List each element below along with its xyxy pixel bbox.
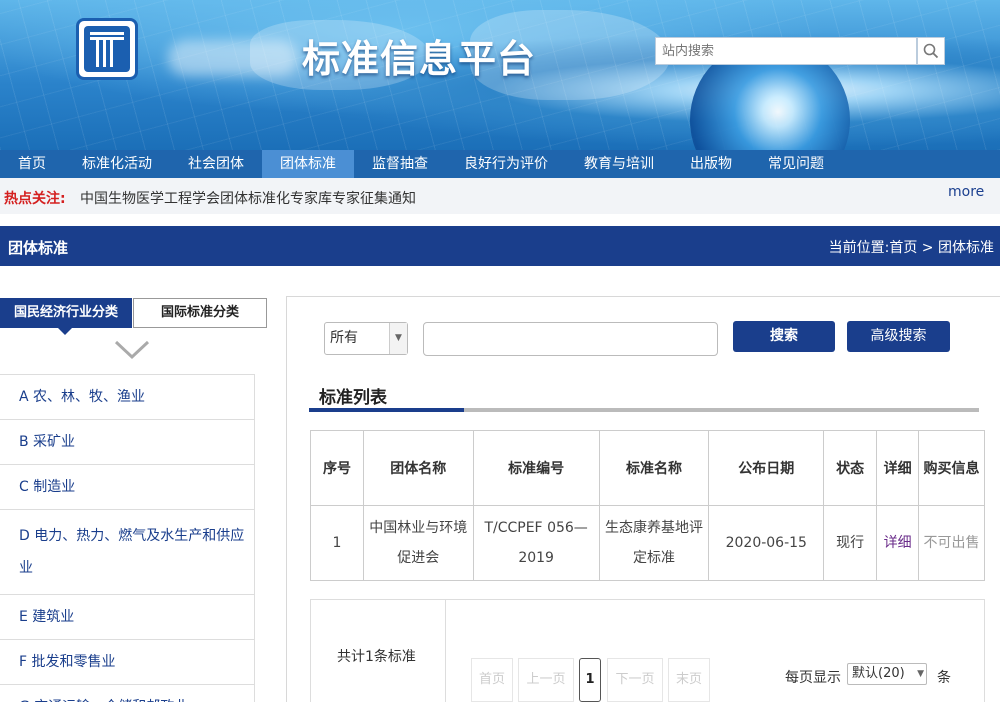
column-header: 详细: [876, 430, 920, 506]
logo-mark-icon: [84, 26, 130, 72]
column-header: 公布日期: [708, 430, 825, 506]
hot-focus-bar: 热点关注: 中国生物医学工程学会团体标准化专家库专家征集通知 more: [0, 178, 1000, 214]
cell-status: 现行: [823, 505, 878, 581]
category-item-b[interactable]: B 采矿业: [0, 420, 255, 465]
total-count: 共计1条标准: [337, 649, 416, 665]
cell-name: 生态康养基地评定标准: [598, 505, 710, 581]
last-page-button[interactable]: 末页: [668, 658, 710, 702]
advanced-search-button[interactable]: 高级搜索: [847, 321, 950, 352]
column-header: 团体名称: [362, 430, 474, 506]
section-header: 团体标准 当前位置:首页 > 团体标准: [0, 226, 1000, 266]
cell-index: 1: [310, 505, 364, 581]
standards-table: 序号 团体名称 标准编号 标准名称 公布日期 状态 详细 购买信息 1 中国林业…: [310, 430, 985, 581]
nav-item-group-standards[interactable]: 团体标准: [262, 150, 354, 178]
site-title: 标准信息平台: [302, 37, 537, 81]
nav-item-good-conduct[interactable]: 良好行为评价: [446, 150, 566, 178]
header-banner: 标准信息平台: [0, 0, 1000, 150]
category-item-g[interactable]: G 交通运输、仓储和邮政业: [0, 685, 255, 702]
next-page-button[interactable]: 下一页: [607, 658, 663, 702]
pagination: 共计1条标准 首页 上一页 1 下一页 末页 每页显示 默认(20) ▼ 条: [310, 599, 985, 702]
per-page-unit: 条: [937, 670, 951, 686]
standards-panel: 所有 ▼ 搜索 高级搜索 标准列表 序号 团体名称 标准编号 标准名称 公布日期…: [286, 296, 1000, 702]
cell-code: T/CCPEF 056—2019: [472, 505, 600, 581]
category-item-c[interactable]: C 制造业: [0, 465, 255, 510]
column-header: 标准名称: [598, 430, 710, 506]
scope-select-value: 所有: [330, 330, 358, 346]
site-search-input[interactable]: [655, 37, 917, 65]
nav-item-publications[interactable]: 出版物: [672, 150, 750, 178]
column-header: 标准编号: [472, 430, 600, 506]
nav-item-standardization-activities[interactable]: 标准化活动: [64, 150, 170, 178]
blurred-organization-name: [168, 40, 298, 76]
cell-org: 中国林业与环境促进会: [362, 505, 474, 581]
table-row: 1 中国林业与环境促进会 T/CCPEF 056—2019 生态康养基地评定标准…: [310, 505, 985, 581]
nav-item-home[interactable]: 首页: [0, 150, 64, 178]
chevron-down-icon: ▼: [389, 323, 407, 354]
category-item-d[interactable]: D 电力、热力、燃气及水生产和供应业: [0, 510, 255, 595]
tab-international-classification[interactable]: 国际标准分类: [133, 298, 267, 328]
page-number-current[interactable]: 1: [579, 658, 601, 702]
section-title: 团体标准: [8, 239, 69, 257]
more-link[interactable]: more: [948, 184, 984, 200]
detail-link[interactable]: 详细: [876, 505, 920, 581]
search-icon: [923, 43, 939, 59]
cell-purchase: 不可出售: [918, 505, 985, 581]
category-item-e[interactable]: E 建筑业: [0, 595, 255, 640]
category-item-f[interactable]: F 批发和零售业: [0, 640, 255, 685]
nav-item-education[interactable]: 教育与培训: [566, 150, 672, 178]
site-logo[interactable]: [76, 18, 138, 80]
per-page-select[interactable]: 默认(20) ▼: [847, 663, 927, 685]
table-header-row: 序号 团体名称 标准编号 标准名称 公布日期 状态 详细 购买信息: [310, 430, 985, 506]
chevron-down-icon[interactable]: [114, 340, 150, 360]
hot-focus-label: 热点关注:: [4, 191, 66, 207]
first-page-button[interactable]: 首页: [471, 658, 513, 702]
nav-item-faq[interactable]: 常见问题: [750, 150, 842, 178]
category-item-a[interactable]: A 农、林、牧、渔业: [0, 375, 255, 420]
column-header: 序号: [310, 430, 364, 506]
breadcrumb: 当前位置:首页 > 团体标准: [828, 240, 994, 256]
pagination-summary: 共计1条标准: [311, 600, 446, 702]
tab-industry-classification[interactable]: 国民经济行业分类: [0, 298, 132, 335]
chevron-down-icon: ▼: [917, 669, 924, 679]
nav-item-supervision[interactable]: 监督抽查: [354, 150, 446, 178]
search-button[interactable]: 搜索: [733, 321, 835, 352]
site-search-button[interactable]: [917, 37, 945, 65]
per-page-label: 每页显示: [785, 670, 841, 686]
nav-item-social-organizations[interactable]: 社会团体: [170, 150, 262, 178]
list-title-divider: [309, 408, 979, 412]
prev-page-button[interactable]: 上一页: [518, 658, 574, 702]
keyword-input[interactable]: [423, 322, 718, 356]
hot-focus-link[interactable]: 中国生物医学工程学会团体标准化专家库专家征集通知: [80, 188, 416, 208]
list-title: 标准列表: [319, 388, 387, 408]
cell-date: 2020-06-15: [708, 505, 825, 581]
column-header: 购买信息: [918, 430, 985, 506]
column-header: 状态: [823, 430, 878, 506]
main-nav: 首页 标准化活动 社会团体 团体标准 监督抽查 良好行为评价 教育与培训 出版物…: [0, 150, 1000, 178]
per-page-value: 默认(20): [852, 666, 905, 681]
scope-select[interactable]: 所有 ▼: [324, 322, 408, 355]
category-list: A 农、林、牧、渔业 B 采矿业 C 制造业 D 电力、热力、燃气及水生产和供应…: [0, 374, 255, 702]
